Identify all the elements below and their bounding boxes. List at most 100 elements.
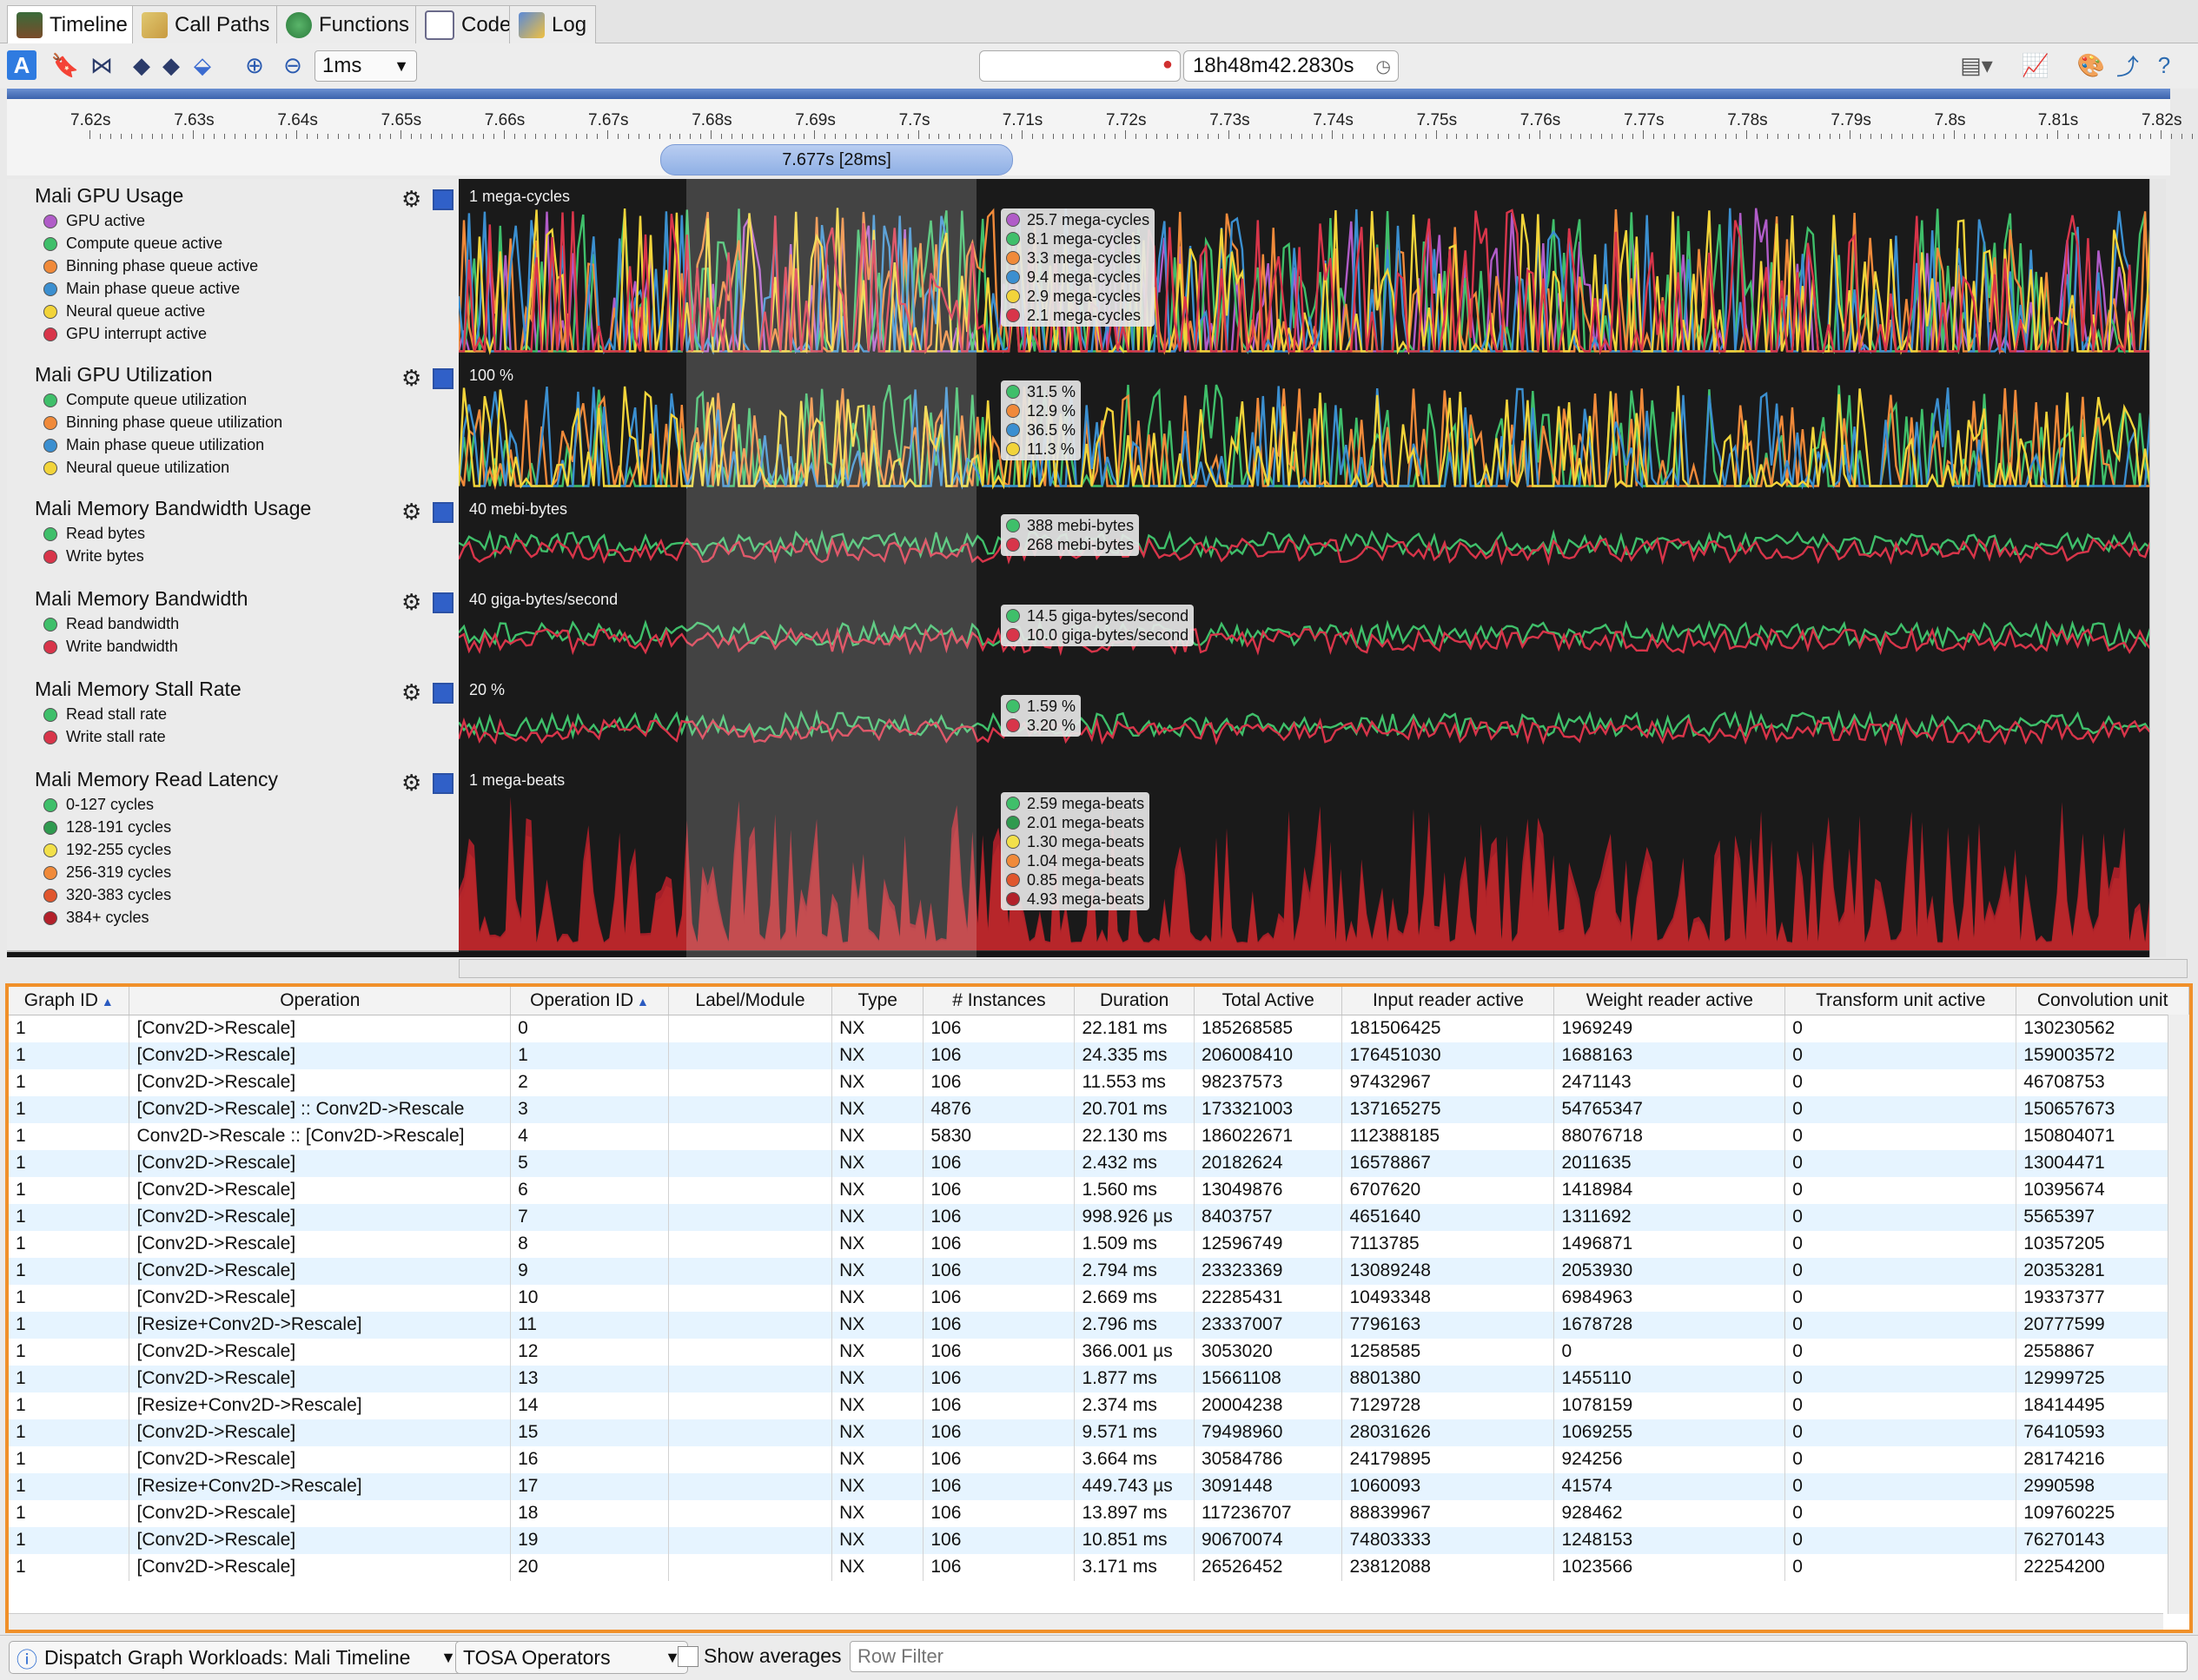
legend-item[interactable]: 0-127 cycles <box>43 796 154 814</box>
table-row[interactable]: 1 Conv2D->Rescale :: [Conv2D->Rescale] 4 NX… <box>9 1122 2189 1150</box>
timeline-horizontal-scrollbar[interactable] <box>459 959 2188 978</box>
zoom-out-icon[interactable]: ⊖ <box>278 50 308 80</box>
table-row[interactable]: 1 [Conv2D->Rescale] 16 NX 106 3.664 ms 3058478… <box>9 1445 2189 1473</box>
column-header[interactable]: Operation <box>129 987 512 1015</box>
gear-icon[interactable]: ⚙ <box>401 365 421 392</box>
column-header[interactable]: # Instances <box>923 987 1076 1015</box>
legend-item[interactable]: GPU active <box>43 212 145 230</box>
diagonal-marker-icon[interactable]: ⬙ <box>188 50 217 80</box>
legend-item[interactable]: Write bandwidth <box>43 638 178 656</box>
column-header[interactable]: Graph ID ▲ <box>9 987 130 1015</box>
legend-item[interactable]: Compute queue active <box>43 235 222 253</box>
legend-item[interactable]: 256-319 cycles <box>43 863 171 882</box>
table-row[interactable]: 1 [Conv2D->Rescale] 15 NX 106 9.571 ms 7949896… <box>9 1419 2189 1446</box>
bookmark-icon[interactable]: 🔖 <box>50 50 80 80</box>
zoom-level-select[interactable]: 1ms ▼ <box>314 50 417 82</box>
split-view-icon[interactable]: ⋈ <box>87 50 116 80</box>
tracks-scrollbar[interactable] <box>2149 179 2166 957</box>
column-header[interactable]: Type <box>831 987 924 1015</box>
legend-item[interactable]: GPU interrupt active <box>43 325 207 343</box>
gear-icon[interactable]: ⚙ <box>401 499 421 526</box>
table-row[interactable]: 1 [Conv2D->Rescale] 20 NX 106 3.171 ms 2652645… <box>9 1553 2189 1581</box>
chart-menu-icon[interactable]: 📈 <box>2021 50 2050 80</box>
show-averages-checkbox[interactable] <box>678 1645 698 1667</box>
tab-functions[interactable]: Functions <box>276 5 420 44</box>
time-ruler[interactable]: 7.62s 7.63s 7.64s 7.65s 7.66s 7.67s 7.68s 7.69s… <box>7 99 2193 175</box>
column-header[interactable]: Input reader active <box>1341 987 1555 1015</box>
table-row[interactable]: 1 [Conv2D->Rescale] 6 NX 106 1.560 ms 13049876… <box>9 1176 2189 1204</box>
column-header[interactable]: Duration <box>1074 987 1195 1015</box>
column-header[interactable]: Weight reader active <box>1553 987 1786 1015</box>
palette-icon[interactable]: 🎨 <box>2076 50 2106 80</box>
marker-right-icon[interactable]: ◆ <box>156 50 186 80</box>
legend-item[interactable]: Binning phase queue active <box>43 257 258 275</box>
tab-call-paths[interactable]: Call Paths <box>132 5 280 44</box>
track-color-toggle[interactable] <box>433 592 454 613</box>
track-color-toggle[interactable] <box>433 502 454 523</box>
table-row[interactable]: 1 [Conv2D->Rescale] 10 NX 106 2.669 ms 2228543… <box>9 1284 2189 1312</box>
legend-item[interactable]: Neural queue active <box>43 302 205 321</box>
legend-item[interactable]: Neural queue utilization <box>43 459 229 477</box>
track-color-toggle[interactable] <box>433 368 454 389</box>
time-display-field[interactable]: 18h48m42.2830s ◷ <box>1183 50 1399 82</box>
table-row[interactable]: 1 [Resize+Conv2D->Rescale] 17 NX 106 449.743 … <box>9 1472 2189 1500</box>
table-row[interactable]: 1 [Conv2D->Rescale] 0 NX 106 22.181 ms 1852685… <box>9 1015 2189 1042</box>
show-averages-option[interactable]: Show averages <box>678 1644 842 1668</box>
mode-select[interactable]: TOSA Operators ▼ <box>455 1641 688 1674</box>
table-row[interactable]: 1 [Conv2D->Rescale] 19 NX 106 10.851 ms 906700… <box>9 1526 2189 1554</box>
export-icon[interactable]: ⤴ <box>2113 50 2142 80</box>
zoom-in-icon[interactable]: ⊕ <box>240 50 269 80</box>
legend-item[interactable]: Read bytes <box>43 525 145 543</box>
legend-item[interactable]: Read bandwidth <box>43 615 179 633</box>
column-header[interactable]: Operation ID ▲ <box>510 987 669 1015</box>
track-color-toggle[interactable] <box>433 683 454 704</box>
legend-item[interactable]: Main phase queue utilization <box>43 436 264 454</box>
legend-item[interactable]: 128-191 cycles <box>43 818 171 837</box>
table-row[interactable]: 1 [Conv2D->Rescale] :: Conv2D->Rescale 3 NX… <box>9 1095 2189 1123</box>
legend-item[interactable]: Main phase queue active <box>43 280 240 298</box>
table-row[interactable]: 1 [Conv2D->Rescale] 9 NX 106 2.794 ms 23323369… <box>9 1257 2189 1285</box>
table-row[interactable]: 1 [Resize+Conv2D->Rescale] 11 NX 106 2.796 ms… <box>9 1311 2189 1339</box>
tab-code[interactable]: Code <box>415 5 521 44</box>
table-row[interactable]: 1 [Conv2D->Rescale] 2 NX 106 11.553 ms 9823757… <box>9 1068 2189 1096</box>
column-header[interactable]: Transform unit active <box>1784 987 2017 1015</box>
view-select[interactable]: ⓘ Dispatch Graph Workloads: Mali Timelin… <box>9 1641 464 1674</box>
legend-item[interactable]: Read stall rate <box>43 705 167 724</box>
track-color-toggle[interactable] <box>433 189 454 210</box>
timeline-overview-bar[interactable] <box>7 89 2170 99</box>
tab-timeline[interactable]: Timeline <box>7 5 137 44</box>
legend-item[interactable]: Write stall rate <box>43 728 166 746</box>
marker-left-icon[interactable]: ◆ <box>127 50 156 80</box>
table-row[interactable]: 1 [Conv2D->Rescale] 5 NX 106 2.432 ms 20182624… <box>9 1149 2189 1177</box>
table-row[interactable]: 1 [Conv2D->Rescale] 18 NX 106 13.897 ms 117236… <box>9 1499 2189 1527</box>
table-row[interactable]: 1 [Conv2D->Rescale] 7 NX 106 998.926 µs 840375… <box>9 1203 2189 1231</box>
table-row[interactable]: 1 [Conv2D->Rescale] 13 NX 106 1.877 ms 1566110… <box>9 1365 2189 1392</box>
gear-icon[interactable]: ⚙ <box>401 770 421 797</box>
legend-item[interactable]: Compute queue utilization <box>43 391 247 409</box>
column-header[interactable]: Label/Module <box>668 987 833 1015</box>
legend-item[interactable]: 320-383 cycles <box>43 886 171 904</box>
document-menu-icon[interactable]: ▤▾ <box>1960 50 1993 80</box>
timeline-search-input[interactable]: ● <box>979 50 1181 82</box>
table-row[interactable]: 1 [Conv2D->Rescale] 8 NX 106 1.509 ms 12596749… <box>9 1230 2189 1258</box>
legend-item[interactable]: Binning phase queue utilization <box>43 413 282 432</box>
table-horizontal-scrollbar[interactable] <box>9 1613 2163 1630</box>
table-row[interactable]: 1 [Conv2D->Rescale] 1 NX 106 24.335 ms 2060084… <box>9 1042 2189 1069</box>
table-row[interactable]: 1 [Resize+Conv2D->Rescale] 14 NX 106 2.374 ms… <box>9 1392 2189 1419</box>
gear-icon[interactable]: ⚙ <box>401 186 421 213</box>
table-vertical-scrollbar[interactable] <box>2168 1015 2189 1614</box>
tab-log[interactable]: Log <box>509 5 597 44</box>
row-filter-input[interactable] <box>850 1641 2188 1672</box>
legend-item[interactable]: 384+ cycles <box>43 909 149 927</box>
selection-range-handle[interactable]: 7.677s [28ms] <box>660 144 1013 175</box>
legend-item[interactable]: Write bytes <box>43 547 144 566</box>
column-header[interactable]: Convolution unit <box>2016 987 2189 1015</box>
legend-item[interactable]: 192-255 cycles <box>43 841 171 859</box>
help-icon[interactable]: ? <box>2149 50 2179 80</box>
column-header[interactable]: Total Active <box>1194 987 1343 1015</box>
annotate-icon[interactable]: A <box>7 50 36 80</box>
gear-icon[interactable]: ⚙ <box>401 679 421 706</box>
track-color-toggle[interactable] <box>433 773 454 794</box>
gear-icon[interactable]: ⚙ <box>401 589 421 616</box>
table-row[interactable]: 1 [Conv2D->Rescale] 12 NX 106 366.001 µs 30530… <box>9 1338 2189 1366</box>
